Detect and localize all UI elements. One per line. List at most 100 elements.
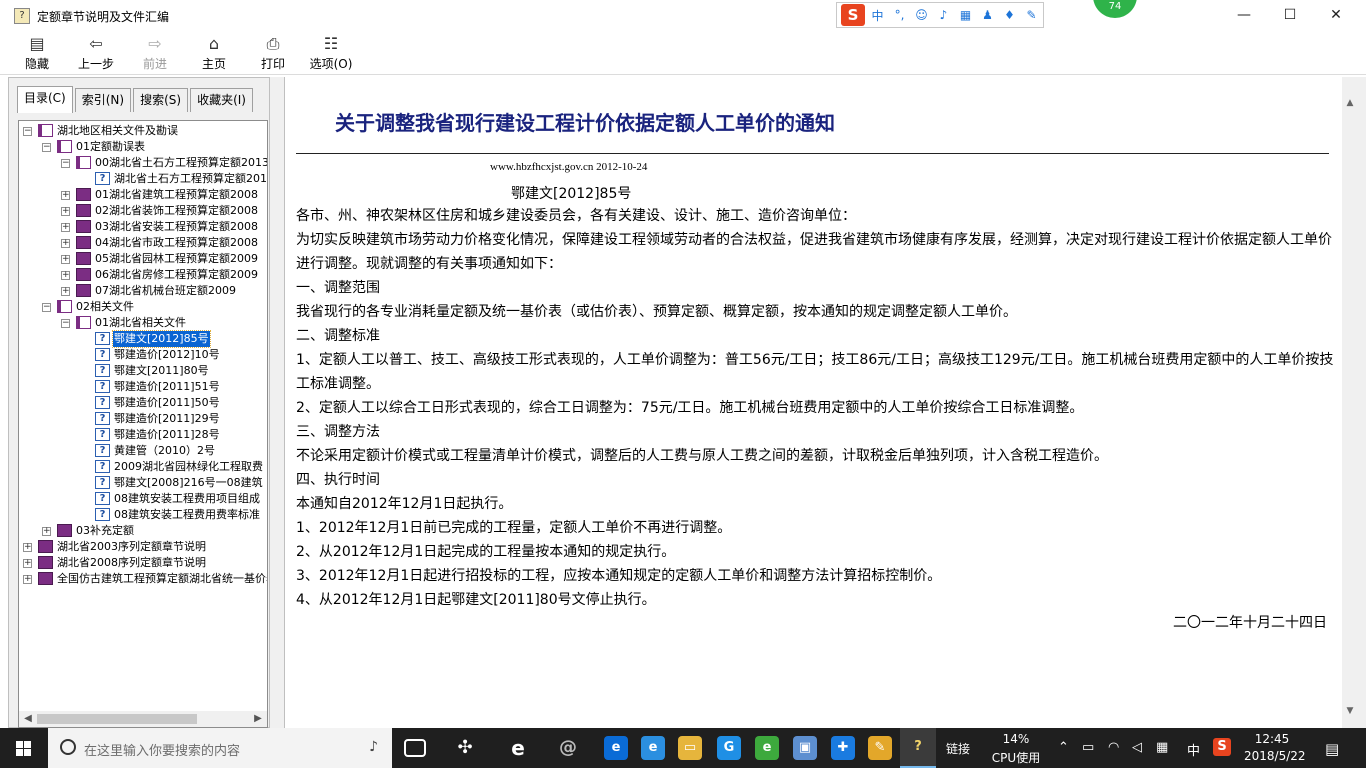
edge-legacy-icon[interactable]: e <box>506 736 530 760</box>
clock-time[interactable]: 12:45 <box>1244 732 1300 746</box>
tree-item[interactable]: ? 鄂建造价[2011]51号 <box>19 379 267 395</box>
scroll-left-icon[interactable]: ◀ <box>20 711 36 727</box>
document-vertical-scrollbar[interactable]: ▲ ▼ <box>1342 77 1358 728</box>
tree-item[interactable]: +07湖北省机械台班定额2009 <box>19 283 267 299</box>
maximize-button[interactable]: ☐ <box>1267 0 1313 31</box>
tree-item[interactable]: ? 鄂建文[2008]216号一08建筑 <box>19 475 267 491</box>
expand-icon[interactable]: + <box>61 287 70 296</box>
taskbar-search[interactable]: 在这里输入你要搜索的内容 ♪ <box>48 728 392 768</box>
skin-icon[interactable]: ♦ <box>1000 8 1019 22</box>
volume-icon[interactable]: ◁ <box>1132 740 1142 755</box>
tree-item[interactable]: +04湖北省市政工程预算定额2008 <box>19 235 267 251</box>
tree-item[interactable]: + 全国仿古建筑工程预算定额湖北省统一基价表 <box>19 571 267 587</box>
expand-icon[interactable]: + <box>61 271 70 280</box>
tab-index[interactable]: 索引(N) <box>74 88 132 112</box>
tree-item[interactable]: +03湖北省安装工程预算定额2008 <box>19 219 267 235</box>
sogou-tray-icon[interactable]: S <box>1213 738 1231 756</box>
tree-item[interactable]: − 湖北地区相关文件及勘误 <box>19 123 267 139</box>
expand-icon[interactable]: + <box>61 207 70 216</box>
clock-date[interactable]: 2018/5/22 <box>1244 749 1306 763</box>
forward-button[interactable]: ⇨ 前进 <box>130 33 180 72</box>
tree-item[interactable]: +01湖北省建筑工程预算定额2008 <box>19 187 267 203</box>
notes-app-icon[interactable]: ✎ <box>868 736 892 760</box>
tree-item[interactable]: − 00湖北省土石方工程预算定额2013 <box>19 155 267 171</box>
tree-item[interactable]: ? 湖北省土石方工程预算定额2013 <box>19 171 267 187</box>
task-view-icon[interactable] <box>404 739 426 757</box>
wifi-icon[interactable]: ◠ <box>1108 740 1119 755</box>
spiral-app-icon[interactable]: @ <box>556 736 580 760</box>
tree-item[interactable]: + 湖北省2008序列定额章节说明 <box>19 555 267 571</box>
emoji-icon[interactable]: ☺ <box>912 8 931 22</box>
tree-item[interactable]: +02湖北省装饰工程预算定额2008 <box>19 203 267 219</box>
expand-icon[interactable]: + <box>23 543 32 552</box>
fan-app-icon[interactable]: ✣ <box>453 736 477 760</box>
edge-browser-icon[interactable]: e <box>604 736 628 760</box>
keyboard-icon[interactable]: ▦ <box>956 8 975 22</box>
scroll-up-icon[interactable]: ▲ <box>1342 95 1358 111</box>
notification-icon[interactable]: ▤ <box>1325 740 1339 758</box>
minimize-button[interactable]: — <box>1221 0 1267 31</box>
battery-icon[interactable]: ▭ <box>1082 740 1094 755</box>
ime-indicator[interactable]: 中 <box>1187 740 1200 759</box>
scroll-right-icon[interactable]: ▶ <box>250 711 266 727</box>
tree-item[interactable]: ? 08建筑安装工程费用项目组成 <box>19 491 267 507</box>
internet-explorer-icon[interactable]: e <box>641 736 665 760</box>
perf-badge[interactable]: 74 <box>1093 0 1137 18</box>
expand-icon[interactable]: + <box>61 223 70 232</box>
link-toolbar-label[interactable]: 链接 <box>946 740 970 757</box>
expand-icon[interactable]: + <box>61 191 70 200</box>
close-button[interactable]: ✕ <box>1313 0 1359 31</box>
chevron-up-icon[interactable]: ⌃ <box>1058 740 1069 755</box>
help-viewer-taskbar-icon[interactable]: ? <box>900 728 936 768</box>
tree-item[interactable]: ? 鄂建文[2012]85号 <box>19 330 267 348</box>
tree-item[interactable]: − 01定额勘误表 <box>19 139 267 155</box>
collapse-icon[interactable]: − <box>23 127 32 136</box>
user-icon[interactable]: ♟ <box>978 8 997 22</box>
options-button[interactable]: ☷ 选项(O) <box>306 33 356 72</box>
screenshot-app-icon[interactable]: ▣ <box>793 736 817 760</box>
file-explorer-icon[interactable]: ▭ <box>678 736 702 760</box>
expand-icon[interactable]: + <box>23 575 32 584</box>
tree-item[interactable]: ? 黄建管（2010）2号 <box>19 443 267 459</box>
scroll-thumb[interactable] <box>37 714 197 724</box>
tree-item[interactable]: ? 2009湖北省园林绿化工程取费 <box>19 459 267 475</box>
collapse-icon[interactable]: − <box>61 319 70 328</box>
tree-item[interactable]: ? 08建筑安装工程费用费率标准 <box>19 507 267 523</box>
tree-item[interactable]: +05湖北省园林工程预算定额2009 <box>19 251 267 267</box>
tree-item[interactable]: ? 鄂建造价[2011]29号 <box>19 411 267 427</box>
tree-item[interactable]: ? 鄂建造价[2011]50号 <box>19 395 267 411</box>
tree-item[interactable]: + 湖北省2003序列定额章节说明 <box>19 539 267 555</box>
expand-icon[interactable]: + <box>42 527 51 536</box>
tree-horizontal-scrollbar[interactable]: ◀ ▶ <box>18 711 268 728</box>
keyboard-icon[interactable]: ▦ <box>1156 740 1168 755</box>
home-button[interactable]: ⌂ 主页 <box>189 33 239 72</box>
tree-item[interactable]: − 01湖北省相关文件 <box>19 315 267 331</box>
windows-start-icon[interactable] <box>0 728 48 768</box>
pane-splitter[interactable] <box>270 77 284 728</box>
scroll-down-icon[interactable]: ▼ <box>1342 703 1358 719</box>
plus-app-icon[interactable]: ✚ <box>831 736 855 760</box>
hide-button[interactable]: ▤ 隐藏 <box>12 33 62 72</box>
ime-punct[interactable]: °, <box>890 8 909 22</box>
settings-icon[interactable]: ✎ <box>1022 8 1041 22</box>
tree-item[interactable]: − 02相关文件 <box>19 299 267 315</box>
tree-item[interactable]: ? 鄂建造价[2011]28号 <box>19 427 267 443</box>
voice-icon[interactable]: ♪ <box>934 8 953 22</box>
g-app-icon[interactable]: G <box>717 736 741 760</box>
sogou-logo-icon[interactable]: S <box>841 4 865 26</box>
expand-icon[interactable]: + <box>23 559 32 568</box>
tab-favorites[interactable]: 收藏夹(I) <box>190 88 253 112</box>
tab-search[interactable]: 搜索(S) <box>133 88 189 112</box>
back-button[interactable]: ⇦ 上一步 <box>71 33 121 72</box>
microphone-icon[interactable]: ♪ <box>369 739 378 755</box>
expand-icon[interactable]: + <box>61 239 70 248</box>
collapse-icon[interactable]: − <box>61 159 70 168</box>
browser-360-icon[interactable]: e <box>755 736 779 760</box>
expand-icon[interactable]: + <box>61 255 70 264</box>
tree-item[interactable]: +06湖北省房修工程预算定额2009 <box>19 267 267 283</box>
ime-mode[interactable]: 中 <box>868 7 887 24</box>
tree-item[interactable]: ? 鄂建造价[2012]10号 <box>19 347 267 363</box>
tree-item[interactable]: +03补充定额 <box>19 523 267 539</box>
collapse-icon[interactable]: − <box>42 143 51 152</box>
collapse-icon[interactable]: − <box>42 303 51 312</box>
